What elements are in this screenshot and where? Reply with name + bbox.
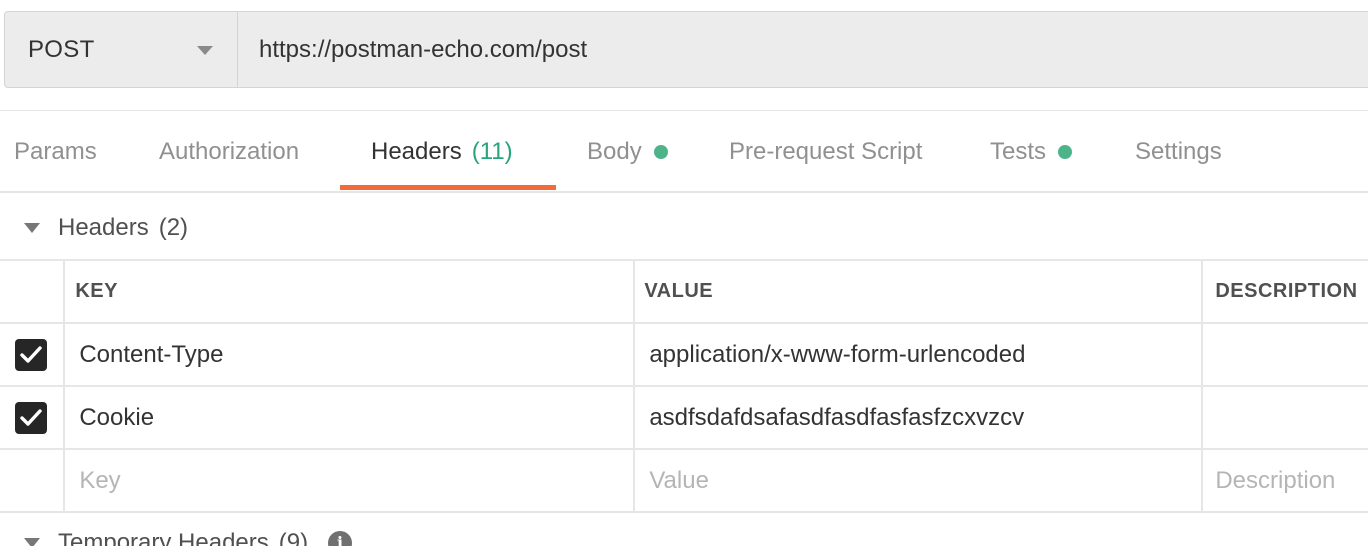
tab-label: Pre-request Script [729,138,923,165]
section-title: Headers [58,214,149,241]
headers-table: KEY VALUE DESCRIPTION Content-Type appli… [0,259,1368,513]
description-cell[interactable] [1203,324,1368,385]
description-input[interactable]: Description [1203,450,1368,511]
checkbox-cell [0,450,66,511]
header-cell-description: DESCRIPTION [1203,261,1368,322]
header-key: Cookie [79,403,155,431]
checkbox-cell [0,324,66,385]
triangle-down-icon [24,538,40,546]
table-row: Cookie asdfsdafdsafasdfasdfasfasfzcxvzcv [0,387,1368,450]
checkmark-icon [19,345,42,363]
tab-label: Authorization [159,138,300,165]
section-count: (9) [278,529,309,546]
tab-pre-request-script[interactable]: Pre-request Script [729,111,922,193]
request-bar: POST https://postman-echo.com/post [4,11,1368,88]
active-tab-indicator [340,185,556,190]
header-key: Content-Type [79,340,224,368]
tab-params[interactable]: Params [14,111,97,193]
url-input[interactable]: https://postman-echo.com/post [238,12,1368,87]
temporary-headers-toggle[interactable]: Temporary Headers (9) i [0,523,353,546]
tab-tests[interactable]: Tests [990,111,1073,193]
tab-label: Params [14,138,97,165]
info-icon[interactable]: i [328,531,353,546]
section-count: (2) [158,214,189,241]
tab-authorization[interactable]: Authorization [159,111,299,193]
table-row: Content-Type application/x-www-form-urle… [0,324,1368,387]
tab-label: Settings [1135,138,1222,165]
tab-settings[interactable]: Settings [1135,111,1222,193]
request-tabs: Params Authorization Headers (11) Body P… [0,111,1368,193]
value-placeholder: Value [649,466,709,494]
value-input[interactable]: Value [635,450,1204,511]
tab-headers[interactable]: Headers (11) [371,111,513,193]
triangle-down-icon [24,223,40,233]
column-header-description: DESCRIPTION [1215,280,1358,302]
header-cell-value: VALUE [635,261,1204,322]
checkmark-icon [19,408,42,426]
key-input[interactable]: Key [65,450,636,511]
header-cell-key: KEY [65,261,636,322]
section-title: Temporary Headers [58,529,269,546]
method-label: POST [28,35,95,63]
headers-section-toggle[interactable]: Headers (2) [0,198,1368,258]
column-header-key: KEY [75,280,118,302]
tab-label: Body [587,138,642,165]
status-dot-icon [653,145,668,159]
value-cell[interactable]: application/x-www-form-urlencoded [635,324,1204,385]
header-value: application/x-www-form-urlencoded [649,340,1026,368]
key-placeholder: Key [79,466,121,494]
checkbox-cell [0,387,66,448]
status-dot-icon [1058,145,1073,159]
method-select[interactable]: POST [5,12,238,87]
description-cell[interactable] [1203,387,1368,448]
postman-request-editor: POST https://postman-echo.com/post Param… [0,0,1368,546]
description-placeholder: Description [1215,466,1336,494]
tab-label: Headers [371,138,462,165]
header-cell-check [0,261,66,322]
tab-count-badge: (11) [471,138,513,165]
header-value: asdfsdafdsafasdfasdfasfasfzcxvzcv [649,403,1025,431]
column-header-value: VALUE [644,280,714,302]
row-checkbox[interactable] [14,338,47,371]
value-cell[interactable]: asdfsdafdsafasdfasdfasfasfzcxvzcv [635,387,1204,448]
row-checkbox[interactable] [14,401,47,434]
table-header-row: KEY VALUE DESCRIPTION [0,261,1368,324]
chevron-down-icon [197,46,213,55]
tab-label: Tests [990,138,1047,165]
table-row-new: Key Value Description [0,450,1368,513]
tab-body[interactable]: Body [587,111,668,193]
key-cell[interactable]: Cookie [65,387,636,448]
key-cell[interactable]: Content-Type [65,324,636,385]
